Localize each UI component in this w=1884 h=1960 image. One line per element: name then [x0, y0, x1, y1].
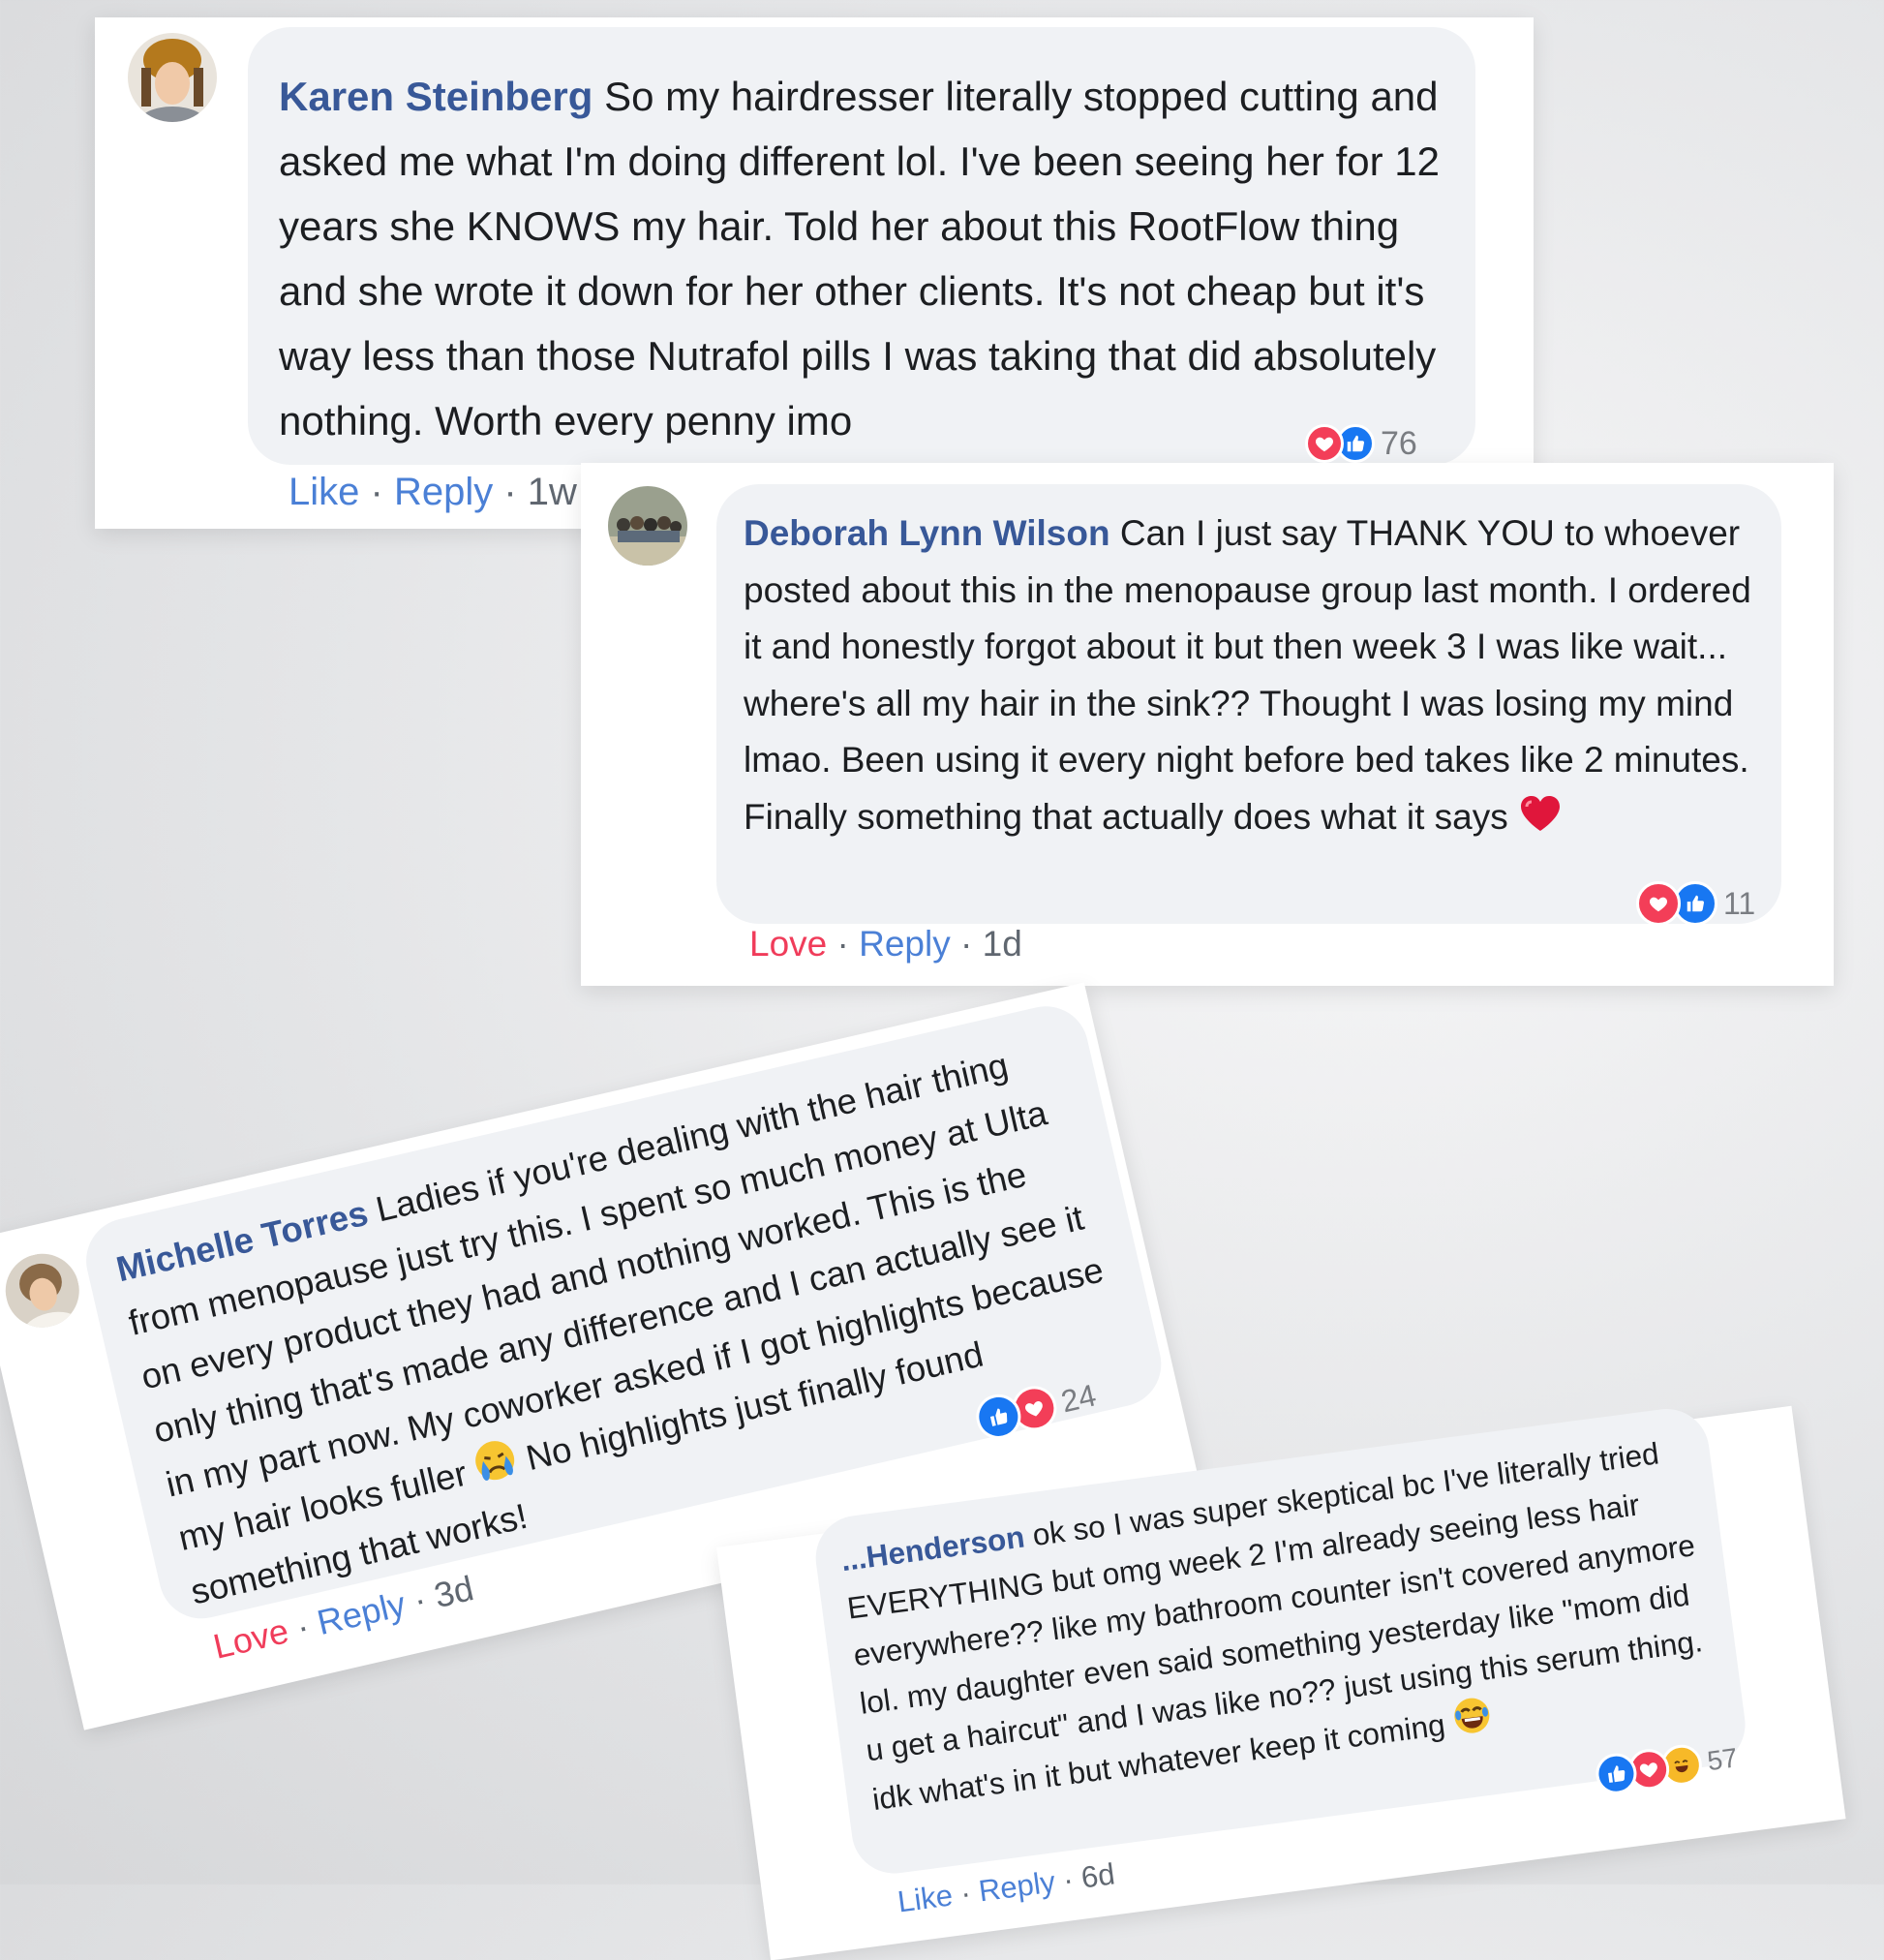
comment-timestamp[interactable]: 1d [983, 924, 1022, 964]
comment-author[interactable]: Deborah Lynn Wilson [744, 513, 1110, 553]
avatar-photo-icon [608, 486, 687, 566]
comment-timestamp[interactable]: 3d [431, 1568, 477, 1615]
reply-button[interactable]: Reply [859, 924, 951, 964]
comment-text: Can I just say THANK YOU to whoever post… [744, 513, 1751, 837]
reaction-summary[interactable]: 11 [1636, 881, 1755, 926]
reaction-count: 76 [1381, 424, 1417, 462]
avatar[interactable] [608, 486, 687, 566]
laughing-emoji-icon [1450, 1694, 1494, 1737]
reaction-count: 11 [1723, 885, 1756, 921]
reply-button[interactable]: Reply [314, 1583, 410, 1642]
love-button[interactable]: Love [209, 1610, 291, 1667]
love-icon [1636, 881, 1681, 926]
reply-button[interactable]: Reply [394, 471, 493, 513]
reply-button[interactable]: Reply [977, 1864, 1057, 1908]
comment-text: Ladies if you're dealing with the hair t… [125, 1045, 1108, 1559]
avatar-photo-icon [0, 1246, 87, 1335]
comment-bubble: Karen Steinberg So my hairdresser litera… [248, 27, 1475, 465]
comment-card-deborah: Deborah Lynn Wilson Can I just say THANK… [581, 463, 1834, 986]
comment-timestamp[interactable]: 6d [1079, 1856, 1117, 1894]
reaction-summary[interactable]: 76 [1305, 424, 1417, 463]
avatar[interactable] [0, 1246, 87, 1335]
avatar[interactable] [128, 33, 217, 122]
love-button[interactable]: Love [749, 924, 827, 964]
comment-author[interactable]: ...Henderson [838, 1519, 1026, 1578]
crying-emoji-icon [470, 1435, 521, 1486]
heart-emoji-icon [1518, 794, 1563, 833]
comment-timestamp[interactable]: 1w [528, 471, 577, 513]
love-icon [1305, 424, 1344, 463]
avatar-photo-icon [128, 33, 217, 122]
comment-actions: Love · Reply · 1d [749, 924, 1022, 964]
comment-actions: Like · Reply · 1w [289, 471, 577, 513]
reaction-count: 57 [1705, 1742, 1740, 1777]
comment-author[interactable]: Karen Steinberg [279, 74, 593, 119]
like-button[interactable]: Like [289, 471, 359, 513]
comment-card-karen: Karen Steinberg So my hairdresser litera… [95, 17, 1534, 529]
comment-text: So my hairdresser literally stopped cutt… [279, 74, 1440, 444]
comment-bubble: Deborah Lynn Wilson Can I just say THANK… [716, 484, 1781, 924]
